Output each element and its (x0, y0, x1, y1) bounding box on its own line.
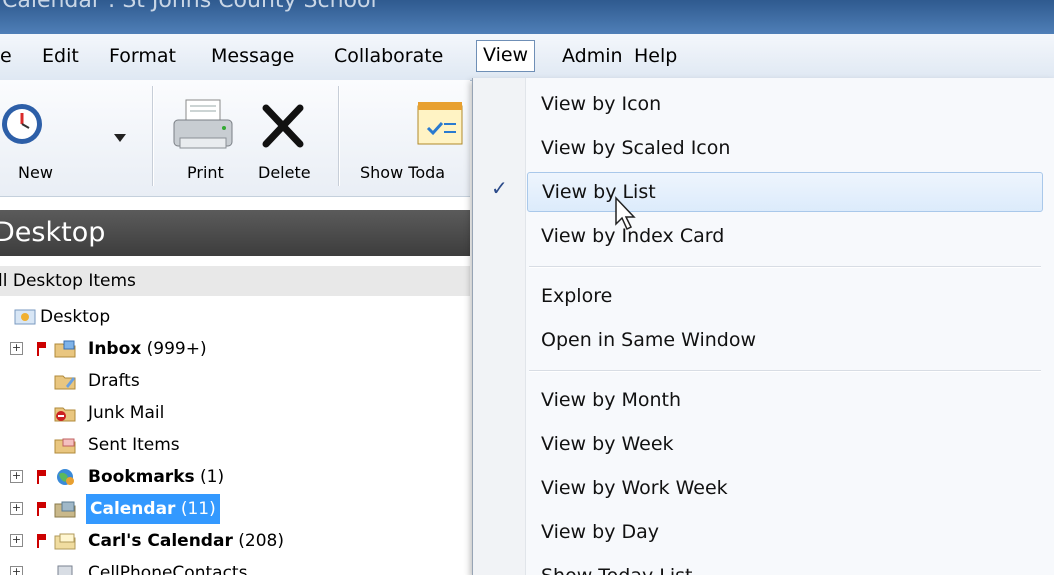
menu-separator (529, 266, 1041, 268)
tree-item-desktop[interactable]: Desktop (14, 302, 214, 332)
tree-item-carls-calendar[interactable]: + Carl's Calendar (208) (0, 526, 340, 556)
tree-item-label: Desktop (40, 307, 111, 327)
clock-icon[interactable] (2, 98, 54, 150)
tree-item-label: CellPhoneContacts (88, 563, 248, 575)
menu-item-open-in-same-window[interactable]: Open in Same Window (527, 320, 1043, 360)
tree-item-label: Bookmarks (88, 467, 195, 487)
flag-icon[interactable] (36, 341, 48, 357)
all-desktop-items-label: ll Desktop Items (0, 271, 136, 291)
tree-item-cellphonecontacts[interactable]: + CellPhoneContacts (0, 558, 340, 575)
menu-item-view-by-icon[interactable]: View by Icon (527, 84, 1043, 124)
expand-icon[interactable]: + (10, 534, 23, 547)
mouse-cursor-icon (615, 196, 636, 231)
menu-separator (529, 370, 1041, 372)
menu-help[interactable]: Help (628, 41, 683, 71)
tree-item-bookmarks[interactable]: + Bookmarks (1) (0, 462, 300, 492)
expand-icon[interactable]: + (10, 566, 23, 575)
tree-item-count: (999+) (141, 339, 207, 359)
all-desktop-items-header[interactable]: ll Desktop Items (0, 266, 470, 296)
menu-bar: e Edit Format Message Collaborate View A… (0, 34, 1054, 81)
menu-admin[interactable]: Admin (556, 41, 629, 71)
calendar-folder-icon (54, 501, 76, 518)
junk-mail-folder-icon (54, 407, 76, 422)
menu-format[interactable]: Format (103, 41, 182, 71)
toolbar-separator (338, 86, 340, 186)
contacts-folder-icon (57, 565, 73, 575)
desktop-icon (14, 309, 36, 325)
desktop-panel-title: Desktop (0, 217, 106, 248)
menu-item-view-by-list[interactable]: View by List (527, 172, 1043, 212)
calendar-folder-icon (54, 533, 76, 550)
delete-button-label[interactable]: Delete (258, 163, 311, 182)
new-button-label[interactable]: New (18, 163, 53, 182)
toolbar: New Print Delete Show Toda (0, 80, 470, 197)
menu-item-view-by-week[interactable]: View by Week (527, 424, 1043, 464)
toolbar-separator (152, 86, 154, 186)
window-title: Calendar : St Johns County School (2, 0, 377, 13)
menu-file[interactable]: e (0, 41, 18, 71)
printer-icon[interactable] (170, 98, 236, 154)
flag-icon[interactable] (36, 533, 48, 549)
flag-icon[interactable] (36, 469, 48, 485)
tree-item-label: Sent Items (88, 435, 180, 455)
tree-item-label: Junk Mail (88, 403, 165, 423)
view-menu-dropdown: View by Icon View by Scaled Icon ✓ View … (472, 78, 1054, 575)
tree-item-label: Inbox (88, 339, 142, 359)
menu-edit[interactable]: Edit (36, 41, 85, 71)
tree-item-drafts[interactable]: Drafts (54, 366, 254, 396)
title-bar: Calendar : St Johns County School (0, 0, 1054, 34)
menu-item-explore[interactable]: Explore (527, 276, 1043, 316)
tree-item-count: (11) (175, 499, 216, 519)
menu-item-show-today-list[interactable]: Show Today List (527, 556, 1043, 575)
print-button-label[interactable]: Print (187, 163, 224, 182)
tree-item-label: Calendar (90, 499, 176, 519)
menu-view[interactable]: View (476, 40, 536, 72)
menu-item-view-by-index-card[interactable]: View by Index Card (527, 216, 1043, 256)
tree-item-inbox[interactable]: + Inbox (999+) (0, 334, 300, 364)
inbox-folder-icon (54, 340, 76, 358)
tree-item-count: (208) (232, 531, 284, 551)
menu-item-view-by-scaled-icon[interactable]: View by Scaled Icon (527, 128, 1043, 168)
drafts-folder-icon (54, 375, 76, 390)
expand-icon[interactable]: + (10, 342, 23, 355)
expand-icon[interactable]: + (10, 502, 23, 515)
menu-item-view-by-work-week[interactable]: View by Work Week (527, 468, 1043, 508)
tree-item-label: Carl's Calendar (88, 531, 233, 551)
tree-item-count: (1) (194, 467, 225, 487)
chevron-down-icon[interactable] (112, 132, 128, 144)
menu-item-view-by-month[interactable]: View by Month (527, 380, 1043, 420)
flag-icon[interactable] (36, 501, 48, 517)
calendar-today-icon[interactable] (414, 98, 466, 148)
delete-x-icon[interactable] (262, 104, 304, 148)
expand-icon[interactable]: + (10, 470, 23, 483)
globe-icon (57, 469, 74, 485)
tree-item-sent-items[interactable]: Sent Items (54, 430, 254, 460)
tree-item-calendar[interactable]: + Calendar (11) (0, 494, 300, 524)
tree-item-label: Drafts (88, 371, 140, 391)
desktop-panel-header: Desktop (0, 210, 470, 256)
checkmark-icon: ✓ (491, 176, 508, 200)
sent-items-folder-icon (54, 438, 76, 454)
tree-item-junk-mail[interactable]: Junk Mail (54, 398, 254, 428)
menu-message[interactable]: Message (205, 41, 300, 71)
show-today-button-label[interactable]: Show Toda (360, 163, 445, 182)
menu-item-view-by-day[interactable]: View by Day (527, 512, 1043, 552)
menu-gutter (473, 78, 526, 575)
menu-collaborate[interactable]: Collaborate (328, 41, 449, 71)
